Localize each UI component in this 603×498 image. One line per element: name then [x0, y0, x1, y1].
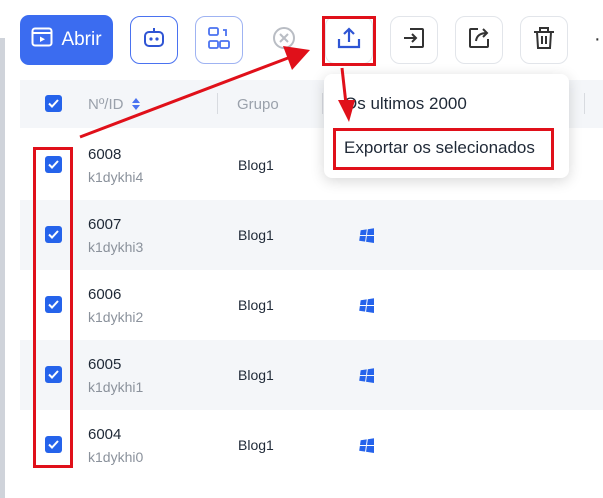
robot-button[interactable]	[130, 16, 178, 64]
share-button[interactable]	[455, 16, 503, 64]
row-id: 6007	[88, 216, 122, 233]
row-name: k1dykhi4	[88, 169, 144, 185]
row-id: 6008	[88, 146, 122, 163]
row-group: Blog1	[238, 227, 274, 243]
row-name: k1dykhi1	[88, 379, 144, 395]
column-divider	[584, 93, 585, 114]
more-options-button[interactable]: ·	[594, 28, 601, 51]
table-row[interactable]	[20, 410, 603, 480]
windows-icon	[359, 368, 374, 383]
annotation-highlight-checkboxes	[33, 147, 73, 468]
row-name: k1dykhi3	[88, 239, 144, 255]
row-group: Blog1	[238, 367, 274, 383]
robot-icon	[142, 27, 166, 54]
window-edge	[0, 38, 5, 498]
row-name: k1dykhi2	[88, 309, 144, 325]
column-header-id-label: Nº/ID	[88, 96, 124, 113]
layout-icon	[206, 25, 232, 56]
row-id: 6006	[88, 286, 122, 303]
check-icon	[48, 99, 59, 108]
close-button[interactable]	[260, 16, 308, 64]
table-row[interactable]	[20, 340, 603, 410]
delete-button[interactable]	[520, 16, 568, 64]
windows-icon	[359, 438, 374, 453]
row-id: 6005	[88, 356, 122, 373]
open-button[interactable]: Abrir	[20, 15, 113, 65]
column-header-group[interactable]: Grupo	[237, 96, 279, 113]
column-divider	[217, 93, 218, 114]
browser-window-icon	[31, 27, 53, 53]
import-button[interactable]	[390, 16, 438, 64]
layout-button[interactable]	[195, 16, 243, 64]
row-group: Blog1	[238, 297, 274, 313]
annotation-highlight-export-selected	[333, 128, 554, 170]
windows-icon	[359, 298, 374, 313]
close-circle-icon	[271, 25, 297, 56]
row-id: 6004	[88, 426, 122, 443]
sort-icon[interactable]	[128, 96, 141, 113]
table-row[interactable]	[20, 200, 603, 270]
open-button-label: Abrir	[61, 29, 102, 50]
row-group: Blog1	[238, 437, 274, 453]
menu-item-last-2000[interactable]: Os ultimos 2000	[344, 94, 467, 114]
import-icon	[401, 25, 427, 56]
table-row[interactable]	[20, 270, 603, 340]
trash-icon	[531, 25, 557, 56]
select-all-checkbox[interactable]	[45, 95, 62, 112]
share-icon	[466, 25, 492, 56]
column-header-id[interactable]: Nº/ID	[88, 96, 141, 113]
column-divider	[322, 93, 323, 114]
annotation-highlight-export-button	[322, 16, 376, 66]
windows-icon	[359, 228, 374, 243]
row-group: Blog1	[238, 157, 274, 173]
row-name: k1dykhi0	[88, 449, 144, 465]
